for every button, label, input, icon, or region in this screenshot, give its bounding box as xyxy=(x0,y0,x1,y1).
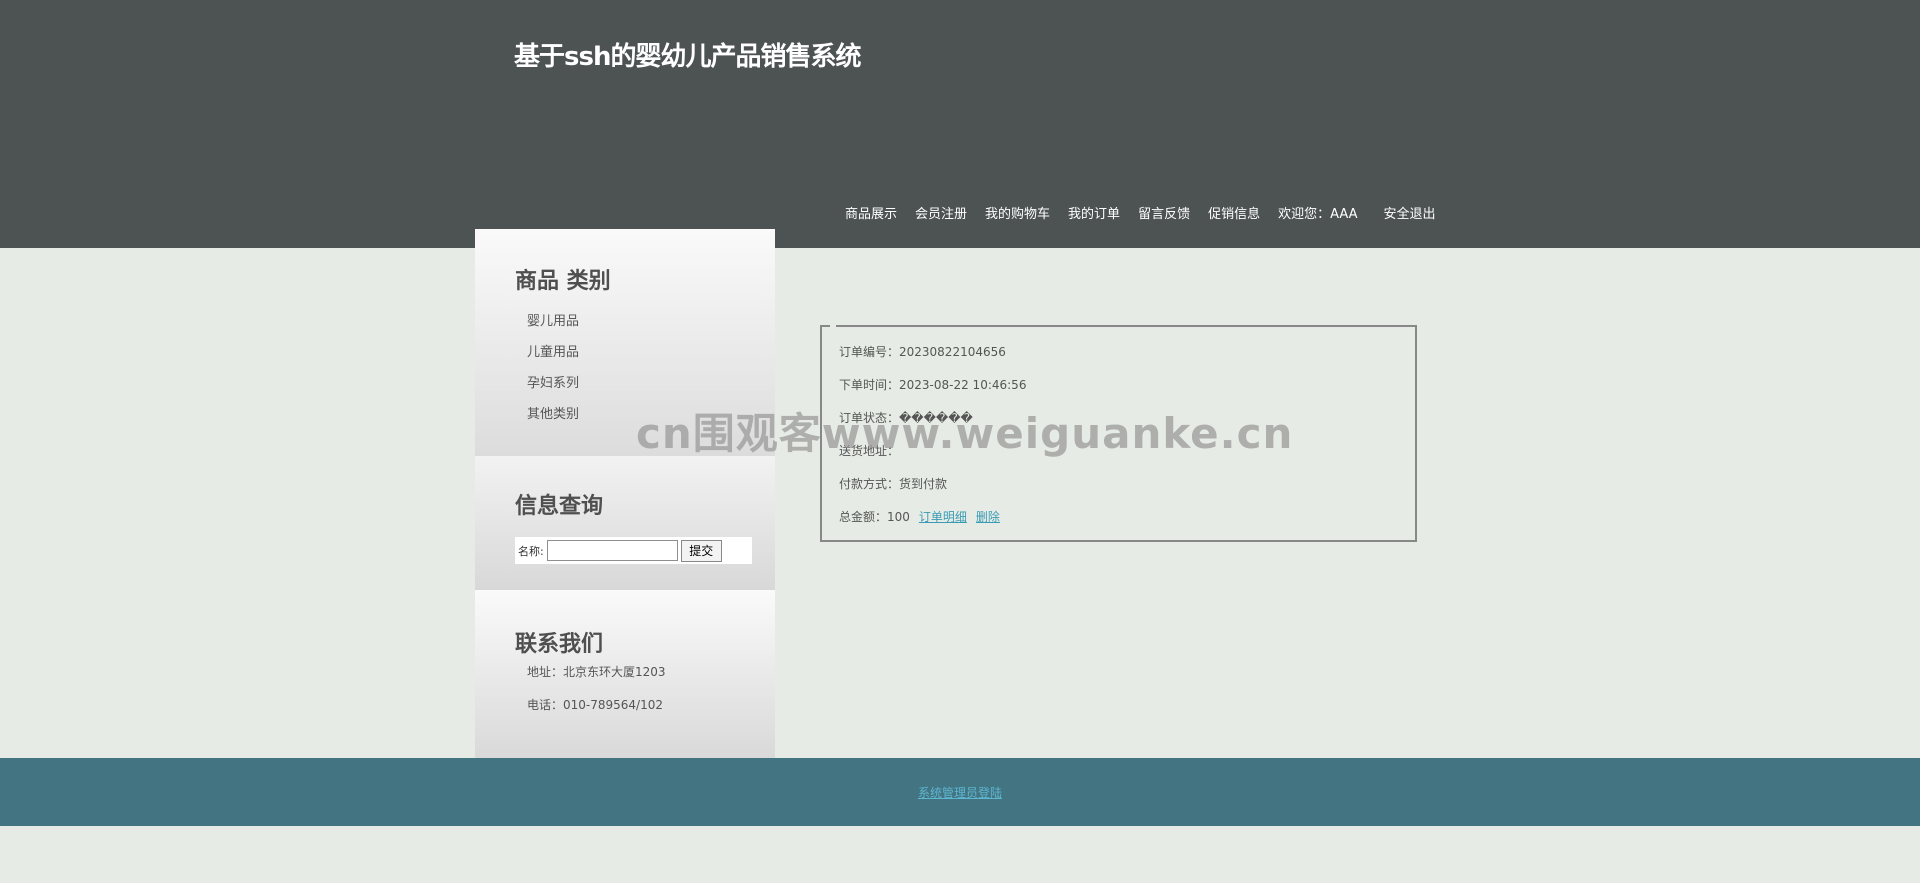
nav-cart[interactable]: 我的购物车 xyxy=(985,203,1050,222)
site-title: 基于ssh的婴幼儿产品销售系统 xyxy=(514,42,861,72)
contact-address: 地址：北京东环大厦1203 xyxy=(527,665,666,679)
category-title: 商品 类别 xyxy=(515,269,611,294)
nav-register[interactable]: 会员注册 xyxy=(915,203,967,222)
order-payment: 付款方式：货到付款 xyxy=(839,477,948,491)
box-notch xyxy=(830,325,836,329)
nav-products[interactable]: 商品展示 xyxy=(845,203,897,222)
footer: 系统管理员登陆 xyxy=(0,758,1920,826)
category-item[interactable]: 婴儿用品 xyxy=(527,314,579,345)
category-panel: 商品 类别 婴儿用品 儿童用品 孕妇系列 其他类别 xyxy=(475,229,775,456)
search-title: 信息查询 xyxy=(515,494,604,519)
category-item[interactable]: 其他类别 xyxy=(527,407,579,438)
admin-login-link[interactable]: 系统管理员登陆 xyxy=(918,784,1002,801)
order-delete-link[interactable]: 删除 xyxy=(976,510,1000,524)
order-card: 订单编号：20230822104656 下单时间：2023-08-22 10:4… xyxy=(820,325,1417,542)
nav-feedback[interactable]: 留言反馈 xyxy=(1138,203,1190,222)
welcome-text: 欢迎您：AAA xyxy=(1278,206,1358,222)
nav-orders[interactable]: 我的订单 xyxy=(1068,203,1120,222)
order-total-row: 总金额：100 订单明细 删除 xyxy=(839,508,1026,541)
order-address: 送货地址： xyxy=(839,444,900,458)
category-item[interactable]: 孕妇系列 xyxy=(527,376,579,407)
order-details: 订单编号：20230822104656 下单时间：2023-08-22 10:4… xyxy=(839,343,1026,541)
nav-logout[interactable]: 安全退出 xyxy=(1384,203,1436,222)
nav-promotions[interactable]: 促销信息 xyxy=(1208,203,1260,222)
order-total: 总金额：100 xyxy=(839,510,910,524)
category-item[interactable]: 儿童用品 xyxy=(527,345,579,376)
contact-title: 联系我们 xyxy=(515,632,604,657)
order-time: 下单时间：2023-08-22 10:46:56 xyxy=(839,378,1027,392)
main-nav: 商品展示 会员注册 我的购物车 我的订单 留言反馈 促销信息 欢迎您：AAA 安… xyxy=(845,202,1454,222)
search-label: 名称: xyxy=(518,544,544,558)
contact-info: 地址：北京东环大厦1203 电话：010-789564/102 xyxy=(527,663,666,729)
submit-button[interactable]: 提交 xyxy=(680,539,722,562)
contact-panel: 联系我们 地址：北京东环大厦1203 电话：010-789564/102 xyxy=(475,590,775,758)
header: 基于ssh的婴幼儿产品销售系统 商品展示 会员注册 我的购物车 我的订单 留言反… xyxy=(0,0,1920,248)
contact-phone: 电话：010-789564/102 xyxy=(527,698,663,712)
category-list: 婴儿用品 儿童用品 孕妇系列 其他类别 xyxy=(527,314,579,438)
order-number: 订单编号：20230822104656 xyxy=(839,345,1006,359)
search-form: 名称: 提交 xyxy=(515,537,752,564)
search-input[interactable] xyxy=(546,540,678,561)
sidebar: 商品 类别 婴儿用品 儿童用品 孕妇系列 其他类别 信息查询 联系我们 地址：北… xyxy=(475,229,775,758)
search-panel: 信息查询 xyxy=(475,456,775,590)
order-detail-link[interactable]: 订单明细 xyxy=(919,510,967,524)
order-status: 订单状态：������ xyxy=(839,411,973,425)
